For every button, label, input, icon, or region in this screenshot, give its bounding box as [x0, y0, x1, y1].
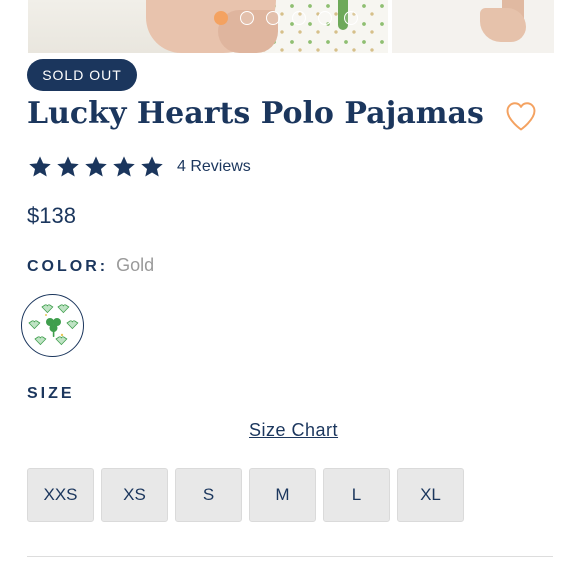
gallery-pagination	[214, 10, 358, 26]
gallery-dot-2[interactable]	[240, 11, 254, 25]
size-option-xs[interactable]: XS	[101, 468, 168, 522]
gallery-dot-4[interactable]	[292, 11, 306, 25]
product-title: Lucky Hearts Polo Pajamas	[27, 96, 484, 131]
star-icon	[141, 156, 163, 177]
color-label: COLOR:	[27, 258, 109, 275]
sold-out-badge: SOLD OUT	[27, 59, 137, 91]
star-icon	[57, 156, 79, 177]
shamrock-hearts-pattern-icon	[28, 304, 79, 346]
size-option-m[interactable]: M	[249, 468, 316, 522]
product-rating: 4 Reviews	[27, 152, 251, 182]
reviews-link[interactable]: 4 Reviews	[177, 158, 251, 176]
color-selector-header: COLOR: Gold	[27, 255, 154, 276]
star-icon	[29, 156, 51, 177]
model-foot	[480, 8, 526, 42]
star-rating	[27, 154, 165, 180]
gallery-dot-6[interactable]	[344, 11, 358, 25]
star-icon	[85, 156, 107, 177]
size-chart-link[interactable]: Size Chart	[249, 420, 338, 441]
product-photo-main[interactable]	[28, 0, 388, 53]
size-label: SIZE	[27, 385, 75, 402]
gallery-dot-5[interactable]	[318, 11, 332, 25]
size-option-l[interactable]: L	[323, 468, 390, 522]
size-option-xl[interactable]: XL	[397, 468, 464, 522]
product-photo-next[interactable]	[392, 0, 554, 53]
size-options: XXS XS S M L XL	[27, 468, 464, 522]
star-icon	[113, 156, 135, 177]
product-image-gallery[interactable]	[0, 0, 580, 54]
heart-outline-icon[interactable]	[503, 98, 539, 134]
size-option-xxs[interactable]: XXS	[27, 468, 94, 522]
color-swatch-gold[interactable]	[21, 294, 84, 357]
section-divider	[27, 556, 553, 557]
gallery-dot-1[interactable]	[214, 11, 228, 25]
color-value: Gold	[116, 255, 155, 275]
product-price: $138	[27, 203, 76, 228]
size-option-s[interactable]: S	[175, 468, 242, 522]
gallery-dot-3[interactable]	[266, 11, 280, 25]
